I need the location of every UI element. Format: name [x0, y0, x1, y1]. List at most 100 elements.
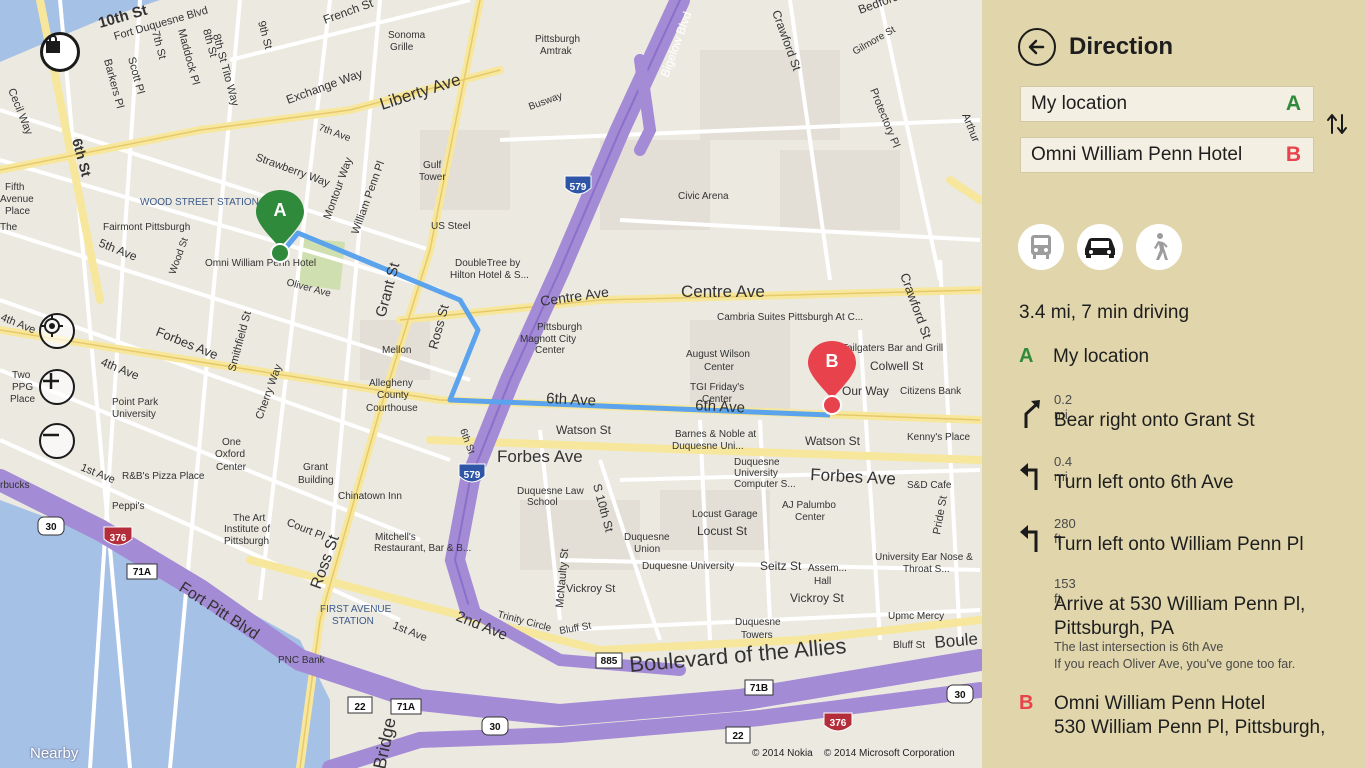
map-label: Allegheny [369, 378, 413, 389]
map-label: Hall [814, 576, 831, 587]
map-label: Grant St [372, 260, 403, 319]
zoom-in-button[interactable] [39, 369, 75, 405]
plus-icon [43, 373, 59, 389]
map-label: Centre Ave [681, 282, 765, 301]
directions-panel: Direction My location A Omni William Pen… [982, 0, 1366, 768]
map-label: August Wilson [686, 349, 750, 360]
route-shield: 30 [45, 522, 57, 533]
map-label: Amtrak [540, 46, 573, 57]
pin-b-marker[interactable]: B [808, 341, 856, 415]
map-label: Omni William Penn Hotel [205, 258, 316, 269]
map-label: Pittsburgh [537, 322, 582, 333]
route-shield: 30 [489, 722, 501, 733]
map-label: rbucks [0, 480, 29, 491]
locate-me-button[interactable] [39, 313, 75, 349]
map-label: School [527, 497, 558, 508]
map-label: Place [10, 394, 35, 405]
map-label: Union [634, 544, 660, 555]
step-text: Turn left onto 6th Ave [1054, 472, 1234, 493]
panel-title: Direction [1069, 33, 1174, 60]
from-field[interactable]: My location A [1020, 86, 1314, 122]
step-text-line1: Arrive at 530 William Penn Pl, [1054, 594, 1306, 615]
map-label: Center [704, 362, 735, 373]
swap-icon[interactable] [1325, 112, 1349, 136]
map-label: Court Pl [285, 517, 326, 543]
map-label: Place [5, 206, 30, 217]
transit-mode-button[interactable] [1018, 224, 1064, 270]
route-shield: 71A [133, 567, 151, 578]
map-label: Courthouse [366, 403, 418, 414]
shopping-bag-icon [46, 35, 60, 53]
map-label: Mitchell's [375, 532, 416, 543]
map-label: Cambria Suites Pittsburgh At C... [717, 312, 863, 323]
route-shield: 579 [464, 470, 481, 481]
map-label: FIRST AVENUE [320, 604, 392, 615]
map-label: One [222, 437, 241, 448]
map-label: Bluff St [559, 621, 593, 637]
nearby-label[interactable]: Nearby [30, 745, 78, 762]
map-label: US Steel [431, 221, 470, 232]
step-note: The last intersection is 6th Ave [1054, 640, 1224, 654]
map-label: Building [298, 475, 334, 486]
map-label: 4th Ave [99, 355, 141, 383]
end-address: 530 William Penn Pl, Pittsburgh, [1054, 717, 1326, 738]
pin-b-label: B [826, 351, 839, 371]
map-label: WOOD STREET STATION [140, 197, 259, 208]
map-label: Our Way [842, 384, 889, 398]
pin-a-marker[interactable]: A [256, 190, 304, 263]
map-label: Pittsburgh [224, 536, 269, 547]
crosshair-icon [41, 315, 63, 337]
zoom-out-button[interactable] [39, 423, 75, 459]
map-label: 6th Ave [546, 390, 597, 410]
map-label: STATION [332, 616, 374, 627]
map-label: Duquesne [624, 532, 670, 543]
map-label: Vickroy St [790, 591, 844, 605]
bus-icon [1031, 235, 1051, 259]
map-label: Kenny's Place [907, 432, 970, 443]
map-label: Strawberry Way [254, 152, 332, 190]
walk-mode-button[interactable] [1136, 224, 1182, 270]
map-label: Chinatown Inn [338, 491, 402, 502]
route-shield: 579 [570, 182, 587, 193]
route-shield: 22 [354, 702, 366, 713]
store-icon-button[interactable] [40, 32, 80, 72]
map-label: University Ear Nose & [875, 552, 973, 563]
map-label: Bluff St [893, 640, 925, 651]
back-button[interactable] [1018, 28, 1056, 66]
bear-right-icon [1024, 400, 1040, 428]
map-label: Grille [390, 42, 414, 53]
map-label: Duquesne Uni... [672, 441, 744, 452]
map-label: DoubleTree by [455, 258, 520, 269]
attribution-nokia: © 2014 Nokia [752, 748, 813, 759]
from-marker: A [1285, 92, 1301, 115]
to-field[interactable]: Omni William Penn Hotel B [1020, 137, 1314, 173]
map-label: County [377, 390, 409, 401]
route-shield: 30 [954, 690, 966, 701]
map-label: 7th St [149, 30, 168, 61]
map-label: Vickroy St [566, 583, 615, 595]
map-canvas[interactable]: 10th St Fort Duquesne Blvd French St Son… [0, 0, 982, 768]
start-marker: A [1019, 345, 1034, 367]
map-label: 9th St [255, 20, 274, 51]
map-label: Tailgaters Bar and Grill [842, 343, 943, 354]
step-text: Bear right onto Grant St [1054, 410, 1255, 431]
map-label: University [112, 409, 156, 420]
map-label: Locust St [697, 524, 748, 538]
map-label: Tower [419, 172, 446, 183]
map-label: PNC Bank [278, 655, 326, 666]
route-shield: 71A [397, 702, 415, 713]
map-label: Restaurant, Bar & B... [374, 543, 471, 554]
map-graphic[interactable]: 10th St Fort Duquesne Blvd French St Son… [0, 0, 982, 768]
map-label: Smithfield St [226, 310, 254, 373]
map-label: William Penn Pl [350, 160, 388, 236]
map-label: Gulf [423, 160, 442, 171]
map-label: Pride St [931, 495, 950, 536]
walk-icon [1154, 233, 1168, 260]
end-destination: Omni William Penn Hotel 530 William Penn… [1054, 692, 1325, 740]
to-marker: B [1285, 143, 1301, 166]
map-attribution: © 2014 Nokia © 2014 Microsoft Corporatio… [752, 748, 955, 759]
route-summary: 3.4 mi, 7 min driving [1019, 302, 1190, 323]
map-label: Institute of [224, 524, 270, 535]
drive-mode-button[interactable] [1077, 224, 1123, 270]
map-label: Hilton Hotel & S... [450, 270, 529, 281]
